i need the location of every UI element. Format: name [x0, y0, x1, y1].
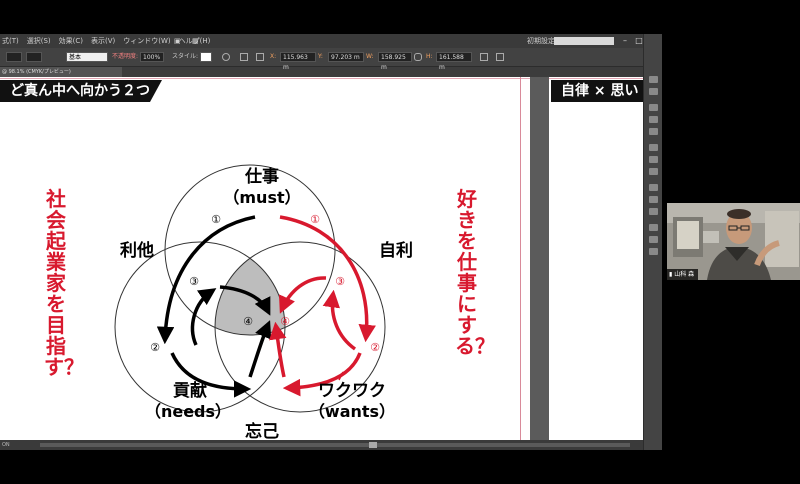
panel-swatches-icon[interactable] [649, 88, 658, 95]
fill-swatch[interactable] [6, 52, 22, 62]
menu-item-object[interactable]: 式(T) [2, 37, 19, 45]
scrollbar-thumb[interactable] [369, 442, 377, 448]
participant-name-tag: ▮ 山科 森 [667, 269, 699, 280]
panel-align-icon[interactable] [649, 224, 658, 231]
participant-name: 山科 森 [674, 271, 695, 278]
artboard: ど真ん中へ向かう２つの道 社会起業家を目指す？ 好きを仕事にする？ 仕事 （mu… [0, 77, 530, 440]
link-icon[interactable] [414, 53, 422, 61]
menu-bar: 式(T) 選択(S) 効果(C) 表示(V) ウィンドウ(W) ヘルプ(H) ▣ ▦ 初期… [0, 34, 662, 48]
bleed-guide-2 [549, 78, 643, 79]
header-banner-right: 自律 × 思いや [551, 80, 643, 121]
stroke-profile-value: 基本 [69, 54, 82, 61]
arrow-black-3 [190, 288, 217, 346]
label-wants: （wants） [309, 402, 395, 421]
x-label: X: [270, 53, 277, 60]
panel-pathfinder-icon[interactable] [649, 236, 658, 243]
label-must: （must） [223, 188, 300, 207]
document-tab[interactable]: @ 98.1% (CMYK/プレビュー) [0, 67, 122, 77]
x-value: 115.963 m [283, 54, 308, 71]
w-label: W: [366, 53, 374, 60]
bridge-icon[interactable]: ▣ [174, 34, 181, 48]
menu-item-effect[interactable]: 効果(C) [59, 37, 83, 45]
search-input[interactable] [554, 37, 614, 45]
venn-diagram: 仕事 （must） 利他 自利 貢献 （needs） ワクワク （wants） … [114, 164, 413, 440]
arrow-red-3 [322, 289, 357, 351]
y-input[interactable]: 97.203 m [328, 52, 364, 62]
panel-symbols-icon[interactable] [649, 116, 658, 123]
y-value: 97.203 m [331, 54, 360, 61]
label-shigoto: 仕事 [244, 166, 279, 187]
recolor-icon[interactable] [222, 53, 230, 61]
panel-gradient-icon[interactable] [649, 156, 658, 163]
shape-icon[interactable] [480, 53, 488, 61]
h-label: H: [426, 53, 433, 60]
arrange-icon[interactable]: ▦ [192, 34, 199, 48]
step-red-2: ② [370, 341, 380, 354]
stroke-profile-select[interactable]: 基本 [66, 52, 108, 62]
x-input[interactable]: 115.963 m [280, 52, 316, 71]
step-black-4: ④ [243, 315, 253, 328]
step-black-1: ① [211, 213, 221, 226]
horizontal-scrollbar[interactable] [40, 443, 630, 447]
menu-item-select[interactable]: 選択(S) [27, 37, 51, 45]
arrow-red-4 [278, 276, 327, 314]
panel-graphic-styles-icon[interactable] [649, 128, 658, 135]
panel-menu-icon[interactable] [496, 53, 504, 61]
signal-bars-icon: ▮ [669, 271, 673, 278]
h-value: 161.588 m [439, 54, 464, 71]
artboard-2: 自律 × 思いや [549, 77, 643, 440]
right-panel-strip [643, 34, 662, 450]
label-kouken: 貢献 [173, 380, 207, 401]
opacity-value: 100% [143, 54, 161, 61]
step-red-3: ③ [335, 275, 345, 288]
menu-item-window[interactable]: ウィンドウ(W) [123, 37, 170, 45]
panel-color-icon[interactable] [649, 76, 658, 83]
arrow-red-5 [269, 321, 287, 378]
step-red-1: ① [310, 213, 320, 226]
transform-icon[interactable] [256, 53, 264, 61]
label-bouko: 忘己 [245, 421, 279, 440]
step-black-2: ② [150, 341, 160, 354]
stroke-swatch[interactable] [26, 52, 42, 62]
workspace-label[interactable]: 初期設定 [527, 34, 555, 48]
panel-stroke-icon[interactable] [649, 144, 658, 151]
w-value: 158.925 m [381, 54, 406, 71]
step-black-3: ③ [189, 275, 199, 288]
status-zoom[interactable]: ON [2, 442, 10, 448]
style-swatch[interactable] [200, 52, 212, 62]
canvas-area[interactable]: ど真ん中へ向かう２つの道 社会起業家を目指す？ 好きを仕事にする？ 仕事 （mu… [0, 77, 643, 440]
opacity-label: 不透明度: [112, 53, 139, 60]
panel-artboards-icon[interactable] [649, 208, 658, 215]
w-input[interactable]: 158.925 m [378, 52, 412, 71]
menu-item-view[interactable]: 表示(V) [91, 37, 115, 45]
panel-brushes-icon[interactable] [649, 104, 658, 111]
h-input[interactable]: 161.588 m [436, 52, 472, 71]
panel-layers-icon[interactable] [649, 196, 658, 203]
control-bar: 基本 不透明度: 100% スタイル: X: 115.963 m Y: 97.2… [0, 48, 662, 71]
label-wakuwaku: ワクワク [318, 381, 386, 401]
style-label: スタイル: [172, 53, 199, 60]
status-bar: ON [0, 440, 643, 450]
panel-appearance-icon[interactable] [649, 184, 658, 191]
panel-transform-icon[interactable] [649, 248, 658, 255]
y-label: Y: [318, 53, 323, 60]
step-red-4: ④ [280, 315, 290, 328]
align-icon[interactable] [240, 53, 248, 61]
label-needs: （needs） [145, 402, 231, 421]
illustrator-window: 式(T) 選択(S) 効果(C) 表示(V) ウィンドウ(W) ヘルプ(H) ▣ ▦ 初期… [0, 34, 662, 450]
minimize-icon[interactable]: – [618, 35, 632, 47]
panel-transparency-icon[interactable] [649, 168, 658, 175]
opacity-input[interactable]: 100% [140, 52, 164, 62]
label-rita: 利他 [120, 240, 154, 261]
label-jiri: 自利 [379, 240, 413, 261]
participant-video[interactable]: ▮ 山科 森 [667, 203, 800, 280]
